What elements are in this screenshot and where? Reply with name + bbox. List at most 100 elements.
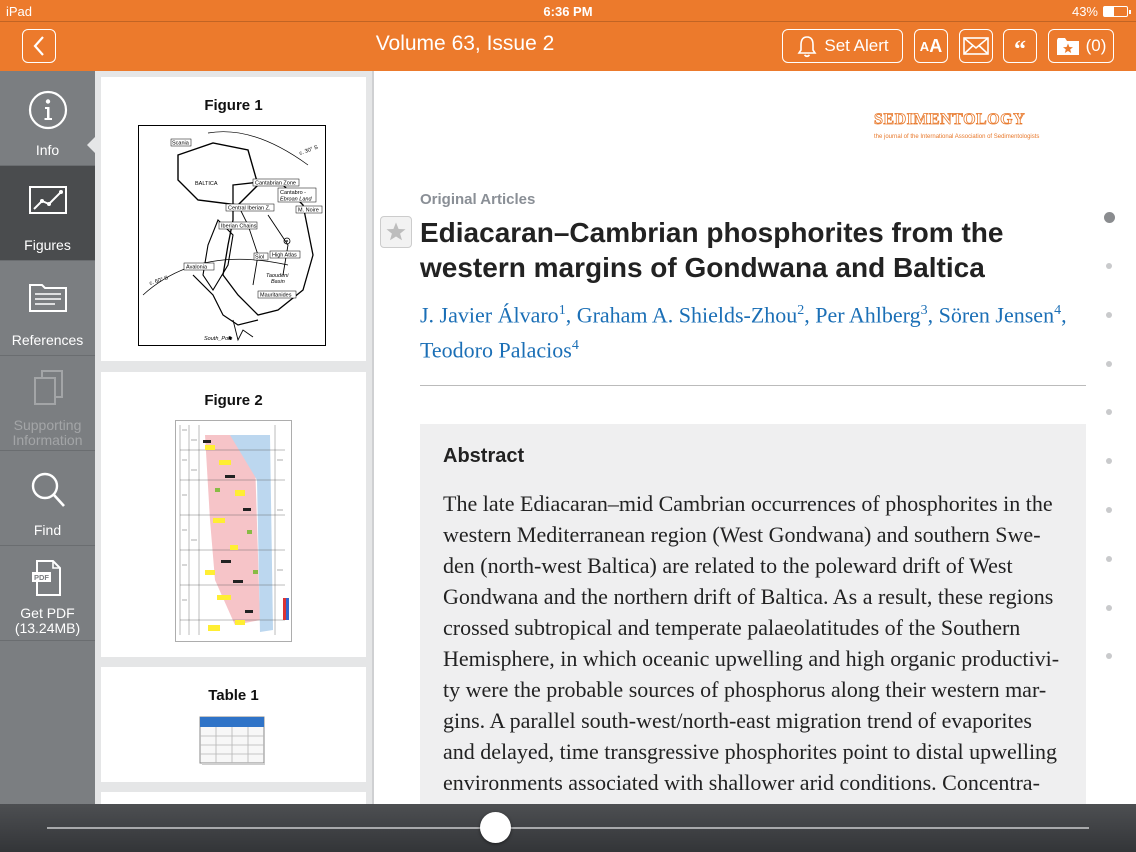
nav-label-supporting-line2: Information <box>12 432 83 448</box>
author-affiliation: 2 <box>797 303 805 318</box>
nav-item-figures[interactable]: Figures <box>0 166 95 261</box>
article-section: Original Articles <box>420 191 536 208</box>
page-scrubber-track[interactable] <box>47 827 1089 829</box>
set-alert-label: Set Alert <box>824 36 889 55</box>
abstract-line: den (north-west Baltica) are related to … <box>443 553 1013 578</box>
status-bar: iPad 6:36 PM 43% <box>0 0 1136 22</box>
nav-label-supporting-line1: Supporting <box>13 417 82 433</box>
table-caption: Table 1 <box>208 687 259 704</box>
top-toolbar: iPad 6:36 PM 43% Volume 63, Issue 2 Set … <box>0 0 1136 71</box>
nav-item-find[interactable]: Find <box>0 451 95 546</box>
map-label: Siol <box>255 255 264 261</box>
active-nav-pointer <box>87 136 96 154</box>
search-icon <box>31 472 65 507</box>
author-link[interactable]: Per Ahlberg <box>815 302 920 327</box>
author-link[interactable]: J. Javier Álvaro <box>420 302 559 327</box>
page-dot[interactable] <box>1106 653 1112 659</box>
folder-icon <box>28 284 67 312</box>
cite-button[interactable]: “ <box>1003 29 1037 63</box>
nav-label-references: References <box>11 332 84 348</box>
page-scrubber-thumb[interactable] <box>480 812 511 843</box>
abstract-line: western Mediterranean region (West Gondw… <box>443 522 1041 547</box>
table-icon <box>199 716 265 765</box>
page-dot-active[interactable] <box>1104 212 1115 223</box>
map-label: Ebroan Land <box>280 197 312 203</box>
email-button[interactable] <box>959 29 993 63</box>
abstract-line: ty were the probable sources of phosphor… <box>443 677 1047 702</box>
article-title: Ediacaran–Cambrian phosphorites from the… <box>420 217 1004 283</box>
nav-item-info[interactable]: Info <box>0 71 95 166</box>
svg-text:PDF: PDF <box>34 573 49 582</box>
figure-1-thumbnail: Scania BALTICA Cantabrian Zone Cantabro … <box>138 125 326 346</box>
page-dot[interactable] <box>1106 409 1112 415</box>
page-dot[interactable] <box>1106 361 1112 367</box>
author-link[interactable]: Teodoro Palacios <box>420 338 572 363</box>
nav-item-supporting-information[interactable]: Supporting Information <box>0 356 95 451</box>
figure-card-2[interactable]: Figure 2 <box>101 372 366 657</box>
map-label: South_Pole <box>204 336 232 342</box>
author-link[interactable]: Sören Jensen <box>939 302 1054 327</box>
chart-icon <box>28 186 67 214</box>
font-size-icon: A <box>919 38 930 54</box>
author-affiliation: 4 <box>571 338 579 354</box>
favorites-button[interactable]: (0) <box>1048 29 1114 63</box>
issue-title: Volume 63, Issue 2 <box>375 32 555 55</box>
nav-label-pdf-line2: (13.24MB) <box>14 620 81 636</box>
map-label: High Atlas <box>272 253 297 259</box>
page-dot[interactable] <box>1106 263 1112 269</box>
abstract-line: Gondwana and the northern drift of Balti… <box>443 584 1054 609</box>
author-affiliation: 1 <box>558 303 566 318</box>
figures-panel: Figure 1 Scania BALTICA Cantabrian Zone … <box>95 71 372 804</box>
set-alert-button[interactable]: Set Alert <box>782 29 903 63</box>
figure-2-thumbnail <box>175 420 292 642</box>
nav-label-get-pdf: Get PDF (13.24MB) <box>0 606 95 636</box>
table-card-1[interactable]: Table 1 <box>101 667 366 782</box>
journal-name: SEDIMENTOLOGY <box>874 111 1026 129</box>
author-affiliation: 3 <box>920 303 928 318</box>
font-size-button[interactable]: AA <box>914 29 948 63</box>
battery-percent: 43% <box>1071 4 1098 19</box>
favorite-article-button[interactable] <box>380 216 412 248</box>
chevron-left-icon <box>33 36 44 56</box>
favorites-count: (0) <box>1085 36 1107 55</box>
clock: 6:36 PM <box>543 4 593 19</box>
map-label: Iberian Chains <box>221 224 257 230</box>
back-button[interactable] <box>22 29 56 63</box>
page-dot[interactable] <box>1106 458 1112 464</box>
nav-label-find: Find <box>33 522 62 538</box>
map-label: Central Iberian Z. <box>228 206 271 212</box>
abstract-line: crossed subtropical and temperate palaeo… <box>443 615 1021 640</box>
author-link[interactable]: Graham A. Shields-Zhou <box>577 302 798 327</box>
page-scrubber-bar <box>0 804 1136 852</box>
page-dot[interactable] <box>1106 312 1112 318</box>
title-divider <box>420 385 1086 386</box>
map-label: Scania <box>172 141 190 147</box>
figure-caption: Figure 1 <box>204 97 263 114</box>
abstract-line: and delayed, time transgressive phosphor… <box>443 739 1058 764</box>
author-affiliation: 4 <box>1054 303 1062 318</box>
font-size-icon-large: A <box>929 35 943 56</box>
figure-card-next[interactable] <box>101 792 366 804</box>
nav-item-references[interactable]: References <box>0 261 95 356</box>
map-label: Cantabro - <box>280 190 306 196</box>
map-label: Cantabrian Zone <box>255 181 296 187</box>
article-content: SEDIMENTOLOGY the journal of the Interna… <box>374 71 1136 804</box>
page-dot[interactable] <box>1106 556 1112 562</box>
nav-label-info: Info <box>35 142 60 158</box>
copy-icon <box>33 370 63 405</box>
journal-logo: SEDIMENTOLOGY the journal of the Interna… <box>874 111 1044 141</box>
page-dot[interactable] <box>1106 605 1112 611</box>
page-dot[interactable] <box>1106 507 1112 513</box>
figure-caption: Figure 2 <box>204 392 263 409</box>
nav-item-get-pdf[interactable]: PDF Get PDF (13.24MB) <box>0 546 95 641</box>
abstract-line: gins. A parallel south-west/north-east m… <box>443 708 1032 733</box>
bell-icon <box>797 36 817 58</box>
author-list: J. Javier Álvaro1, Graham A. Shields-Zho… <box>420 302 1067 363</box>
map-label: M. Noire <box>298 208 319 214</box>
figure-card-1[interactable]: Figure 1 Scania BALTICA Cantabrian Zone … <box>101 77 366 361</box>
pdf-icon: PDF <box>31 560 61 596</box>
info-icon <box>28 90 67 130</box>
map-label: Basin <box>271 279 285 285</box>
abstract-section: Abstract The late Ediacaran–mid Cambrian… <box>420 424 1086 804</box>
envelope-icon <box>963 37 989 55</box>
